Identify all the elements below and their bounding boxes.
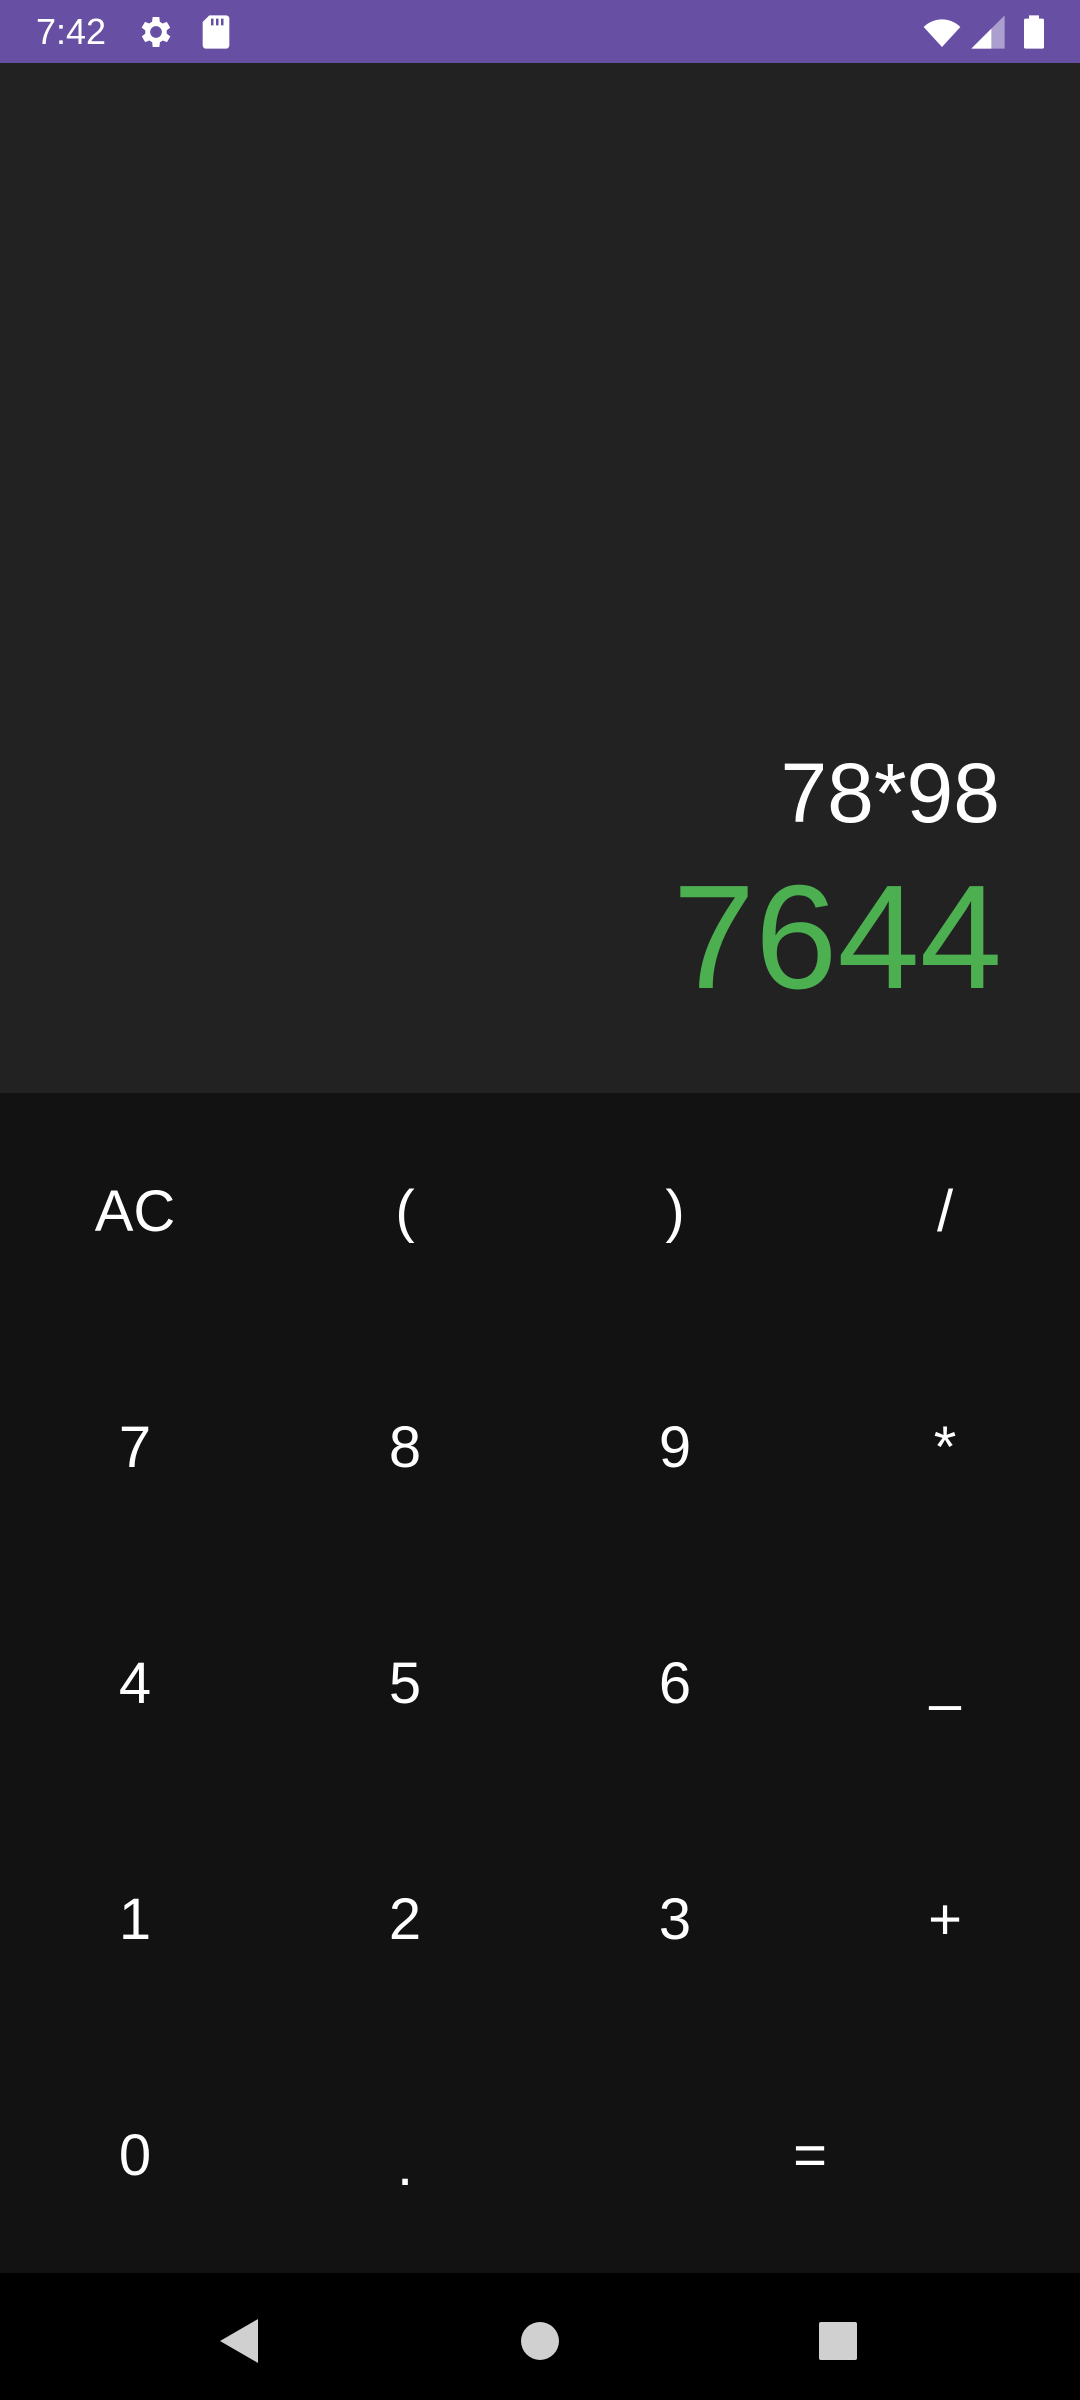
home-icon <box>521 2322 559 2360</box>
recents-button[interactable] <box>798 2301 878 2381</box>
keypad: AC ( ) / 7 8 9 * 4 5 6 – 1 2 3 + 0 . = <box>0 1093 1080 2273</box>
status-bar: 7:42 <box>0 0 1080 63</box>
digit-6-button[interactable]: 6 <box>540 1565 810 1801</box>
home-button[interactable] <box>500 2301 580 2381</box>
navigation-bar <box>0 2273 1080 2400</box>
add-button[interactable]: + <box>810 1801 1080 2037</box>
open-paren-button[interactable]: ( <box>270 1093 540 1329</box>
wifi-icon <box>922 12 962 52</box>
digit-2-button[interactable]: 2 <box>270 1801 540 2037</box>
subtract-button[interactable]: – <box>810 1565 1080 1801</box>
signal-icon <box>968 12 1008 52</box>
sd-card-icon <box>196 12 236 52</box>
digit-1-button[interactable]: 1 <box>0 1801 270 2037</box>
digit-8-button[interactable]: 8 <box>270 1329 540 1565</box>
digit-7-button[interactable]: 7 <box>0 1329 270 1565</box>
result-text: 7644 <box>672 855 1002 1020</box>
recents-icon <box>819 2322 857 2360</box>
expression-text: 78*98 <box>780 746 1000 840</box>
status-time: 7:42 <box>36 11 107 52</box>
equals-button[interactable]: = <box>540 2037 1080 2273</box>
back-icon <box>220 2319 258 2363</box>
digit-0-button[interactable]: 0 <box>0 2037 270 2273</box>
calculator-screen: 7:42 78*98 7644 AC () / 7 8 9 * 4 5 6 –… <box>0 0 1080 2400</box>
digit-5-button[interactable]: 5 <box>270 1565 540 1801</box>
digit-4-button[interactable]: 4 <box>0 1565 270 1801</box>
calculator-display: 78*98 7644 <box>0 63 1080 1093</box>
battery-icon <box>1014 12 1054 52</box>
back-button[interactable] <box>198 2301 278 2381</box>
digit-3-button[interactable]: 3 <box>540 1801 810 2037</box>
close-paren-button[interactable]: ) <box>540 1093 810 1329</box>
decimal-point-button[interactable]: . <box>270 2037 540 2273</box>
divide-button[interactable]: / <box>810 1093 1080 1329</box>
digit-9-button[interactable]: 9 <box>540 1329 810 1565</box>
gear-icon <box>136 12 176 52</box>
all-clear-button[interactable]: AC <box>0 1093 270 1329</box>
multiply-button[interactable]: * <box>810 1329 1080 1565</box>
